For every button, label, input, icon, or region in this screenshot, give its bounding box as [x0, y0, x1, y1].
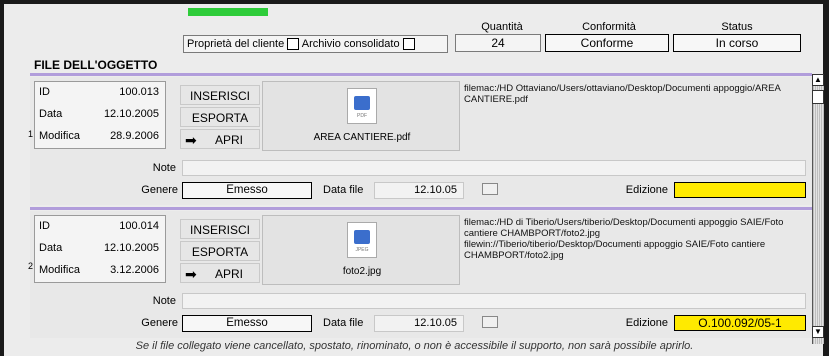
note-field[interactable]	[182, 293, 806, 309]
proprieta-checkbox[interactable]	[287, 38, 300, 51]
modifica-label: Modifica	[39, 130, 80, 142]
data-value: 12.10.2005	[103, 108, 159, 120]
apri-button[interactable]: ➡ APRI	[180, 263, 260, 283]
scroll-thumb[interactable]	[812, 90, 824, 104]
archivio-checkbox[interactable]	[402, 38, 415, 51]
data-label: Data	[39, 242, 63, 254]
vertical-scrollbar[interactable]	[812, 74, 824, 344]
genere-button[interactable]: Emesso	[182, 182, 312, 199]
record-divider	[30, 207, 812, 210]
inserisci-button[interactable]: INSERISCI	[180, 219, 260, 239]
file-paths: filemac:/HD di Tiberio/Users/tiberio/Des…	[464, 217, 784, 261]
pdf-file-icon: PDF	[347, 88, 377, 124]
file-preview[interactable]: JPEG foto2.jpg	[262, 215, 460, 285]
jpeg-file-icon: JPEG	[347, 222, 377, 258]
record-1: 1 ID 100.013 Data 12.10.2005 Modifica 28…	[28, 77, 812, 205]
archivio-label: Archivio consolidato	[301, 38, 400, 50]
calendar-icon[interactable]	[482, 316, 498, 328]
modifica-value: 3.12.2006	[110, 264, 159, 276]
genere-label: Genere	[141, 317, 178, 329]
scroll-down-icon[interactable]: ▼	[812, 326, 824, 338]
record-index: 2	[28, 261, 34, 271]
footer-note: Se il file collegato viene cancellato, s…	[135, 340, 694, 352]
datafile-field[interactable]: 12.10.05	[374, 182, 464, 199]
checkbox-group: Proprietà del cliente Archivio consolida…	[183, 35, 448, 53]
id-label: ID	[39, 86, 50, 98]
quantita-field[interactable]: 24	[455, 34, 541, 52]
file-preview[interactable]: PDF AREA CANTIERE.pdf	[262, 81, 460, 151]
inserisci-button[interactable]: INSERISCI	[180, 85, 260, 105]
green-status-bar	[188, 8, 268, 16]
status-label: Status	[721, 21, 753, 33]
apri-label: APRI	[214, 133, 243, 147]
section-title: FILE DELL'OGGETTO	[34, 58, 158, 72]
edizione-field[interactable]	[674, 182, 806, 198]
record-index: 1	[28, 129, 34, 139]
arrow-right-icon: ➡	[185, 266, 197, 282]
arrow-right-icon: ➡	[185, 132, 197, 148]
id-label: ID	[39, 220, 50, 232]
apri-label: APRI	[214, 267, 243, 281]
note-field[interactable]	[182, 160, 806, 176]
status-button[interactable]: In corso	[673, 34, 801, 52]
modifica-value: 28.9.2006	[110, 130, 159, 142]
scroll-up-icon[interactable]: ▲	[812, 74, 824, 86]
id-value: 100.013	[119, 86, 159, 98]
edizione-field[interactable]: O.100.092/05-1	[674, 315, 806, 331]
record-divider	[30, 73, 812, 76]
datafile-field[interactable]: 12.10.05	[374, 315, 464, 332]
quantita-label: Quantità	[481, 21, 523, 33]
edizione-label: Edizione	[625, 317, 668, 329]
datafile-label: Data file	[323, 184, 364, 196]
record-info-box: ID 100.013 Data 12.10.2005 Modifica 28.9…	[34, 81, 166, 149]
file-name: AREA CANTIERE.pdf	[313, 132, 411, 143]
modifica-label: Modifica	[39, 264, 80, 276]
file-type-text: JPEG	[355, 247, 369, 253]
edizione-label: Edizione	[625, 184, 668, 196]
calendar-icon[interactable]	[482, 183, 498, 195]
id-value: 100.014	[119, 220, 159, 232]
note-label: Note	[152, 295, 176, 307]
genere-button[interactable]: Emesso	[182, 315, 312, 332]
file-name: foto2.jpg	[342, 266, 382, 277]
esporta-button[interactable]: ESPORTA	[180, 107, 260, 127]
record-2: 2 ID 100.014 Data 12.10.2005 Modifica 3.…	[28, 211, 812, 338]
genere-label: Genere	[141, 184, 178, 196]
conformita-button[interactable]: Conforme	[545, 34, 669, 52]
record-info-box: ID 100.014 Data 12.10.2005 Modifica 3.12…	[34, 215, 166, 283]
proprieta-label: Proprietà del cliente	[187, 38, 285, 50]
esporta-button[interactable]: ESPORTA	[180, 241, 260, 261]
file-paths: filemac:/HD Ottaviano/Users/ottaviano/De…	[464, 83, 781, 105]
conformita-label: Conformità	[582, 21, 636, 33]
data-label: Data	[39, 108, 63, 120]
datafile-label: Data file	[323, 317, 364, 329]
note-label: Note	[152, 162, 176, 174]
file-type-text: PDF	[357, 113, 367, 119]
data-value: 12.10.2005	[103, 242, 159, 254]
apri-button[interactable]: ➡ APRI	[180, 129, 260, 149]
